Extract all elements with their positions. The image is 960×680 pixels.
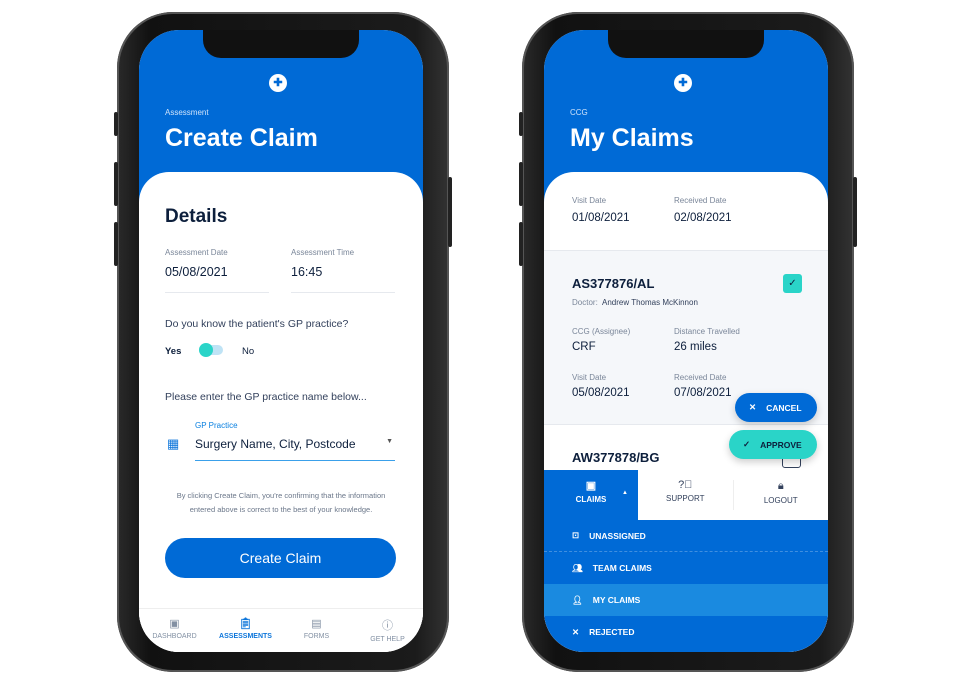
tab-dashboard[interactable]: ▣ DASHBOARD <box>139 609 210 652</box>
menu-item-team-claims[interactable]: 👥︎ TEAM CLAIMS <box>544 552 828 584</box>
document-icon: ▤ <box>311 618 322 630</box>
building-icon: ▦ <box>167 436 180 451</box>
team-icon: 👥︎ <box>572 562 583 573</box>
clipboard-icon: 📋︎ <box>238 618 253 630</box>
visit-date: 05/08/2021 <box>572 387 630 399</box>
distance-label: Distance Travelled <box>674 327 740 336</box>
gp-question: Do you know the patient's GP practice? <box>165 318 349 330</box>
user-icon: 👤︎ <box>572 594 583 605</box>
menu-item-unassigned[interactable]: ⊡ UNASSIGNED <box>544 520 828 552</box>
time-label: Assessment Time <box>291 248 355 257</box>
approve-label: APPROVE <box>760 439 802 450</box>
gp-toggle[interactable] <box>199 343 223 357</box>
claim-id[interactable]: AW377878/BG <box>572 450 659 465</box>
tab-assessments[interactable]: 📋︎ ASSESSMENTS <box>210 609 281 652</box>
x-icon: ✕ <box>572 626 580 637</box>
cancel-label: CANCEL <box>766 402 802 413</box>
nav-label: LOGOUT <box>763 496 798 505</box>
nav-support[interactable]: ?⃝ SUPPORT <box>638 470 733 520</box>
top-nav: ▣ CLAIMS ▲ ?⃝ SUPPORT 🔒︎ LOGOUT <box>544 470 828 520</box>
date-field[interactable]: 05/08/2021 <box>165 265 228 279</box>
menu-label: TEAM CLAIMS <box>592 563 652 573</box>
gp-practice-select[interactable]: Surgery Name, City, Postcode ▼ <box>195 435 395 461</box>
nav-claims[interactable]: ▣ CLAIMS ▲ <box>544 470 638 520</box>
dashboard-icon: ▣ <box>169 618 180 630</box>
eyebrow: CCG <box>570 108 588 117</box>
notch <box>203 30 359 58</box>
claim-checkbox-checked[interactable]: ✓ <box>783 274 802 293</box>
page-title: Create Claim <box>165 124 318 152</box>
check-icon: ✓ <box>743 439 751 449</box>
gp-field-label: GP Practice <box>195 421 238 430</box>
app-logo-icon: ✚ <box>269 74 287 92</box>
visit-date-label: Visit Date <box>572 196 607 205</box>
ccg-label: CCG (Assignee) <box>572 327 631 336</box>
app-logo-icon: ✚ <box>674 74 692 92</box>
menu-label: REJECTED <box>589 627 635 637</box>
received-date: 02/08/2021 <box>674 212 732 224</box>
help-icon: ?⃝ <box>678 479 693 491</box>
nav-label: CLAIMS <box>575 495 607 504</box>
section-title: Details <box>165 206 228 227</box>
chevron-up-icon: ▲ <box>622 490 628 496</box>
distance-value: 26 miles <box>674 341 717 353</box>
doctor-name: Andrew Thomas McKinnon <box>602 298 698 307</box>
toggle-no-label: No <box>242 346 255 357</box>
claims-menu: ⊡ UNASSIGNED 👥︎ TEAM CLAIMS 👤︎ MY CLAIMS ✕ R… <box>544 520 828 652</box>
received-date-label: Received Date <box>674 373 727 382</box>
visit-date: 01/08/2021 <box>572 212 630 224</box>
eyebrow: Assessment <box>165 108 209 117</box>
ccg-value: CRF <box>572 341 596 353</box>
time-field[interactable]: 16:45 <box>291 265 322 279</box>
lock-icon: 🔒︎ <box>777 480 784 492</box>
claim-id: AS377876/AL <box>572 276 655 291</box>
page-title: My Claims <box>570 124 694 152</box>
inbox-icon: ⊡ <box>572 530 580 540</box>
disclaimer: By clicking Create Claim, you're confirm… <box>176 491 386 514</box>
gp-practice-value: Surgery Name, City, Postcode <box>195 437 356 451</box>
bottom-tab-bar: ▣ DASHBOARD 📋︎ ASSESSMENTS ▤ FORMS ⓘ GET HEL… <box>139 608 423 652</box>
menu-label: UNASSIGNED <box>589 530 646 541</box>
tab-label: GET HELP <box>370 636 405 643</box>
tab-forms[interactable]: ▤ FORMS <box>281 609 352 652</box>
tab-label: DASHBOARD <box>152 633 197 640</box>
help-icon: ⓘ <box>382 620 393 632</box>
details-card: Details Assessment Date 05/08/2021 Asses… <box>139 172 423 652</box>
nav-label: SUPPORT <box>665 494 705 503</box>
menu-label: MY CLAIMS <box>592 595 641 605</box>
received-date-label: Received Date <box>674 196 727 205</box>
received-date: 07/08/2021 <box>674 387 732 399</box>
close-icon: ✕ <box>749 402 757 412</box>
menu-item-my-claims[interactable]: 👤︎ MY CLAIMS <box>544 584 828 616</box>
tab-get-help[interactable]: ⓘ GET HELP <box>352 609 423 652</box>
create-claim-button[interactable]: Create Claim <box>165 538 396 578</box>
approve-button[interactable]: ✓ APPROVE <box>729 430 817 459</box>
menu-item-rejected[interactable]: ✕ REJECTED <box>544 616 828 648</box>
nav-logout[interactable]: 🔒︎ LOGOUT <box>732 480 829 510</box>
toggle-yes-label: Yes <box>165 346 182 357</box>
visit-date-label: Visit Date <box>572 373 607 382</box>
cancel-button[interactable]: ✕ CANCEL <box>735 393 817 422</box>
tab-label: FORMS <box>303 633 330 640</box>
tab-label: ASSESSMENTS <box>219 633 272 640</box>
doctor-label: Doctor: <box>572 298 598 307</box>
dropdown-arrow-icon: ▼ <box>386 438 393 445</box>
gp-prompt: Please enter the GP practice name below.… <box>165 391 367 403</box>
phone-create-claim: ✚ Assessment Create Claim Details Assess… <box>114 12 452 672</box>
notch <box>608 30 764 58</box>
phone-my-claims: ✚ CCG My Claims Visit Date 01/08/2021 Re… <box>519 12 857 672</box>
date-label: Assessment Date <box>165 248 228 257</box>
